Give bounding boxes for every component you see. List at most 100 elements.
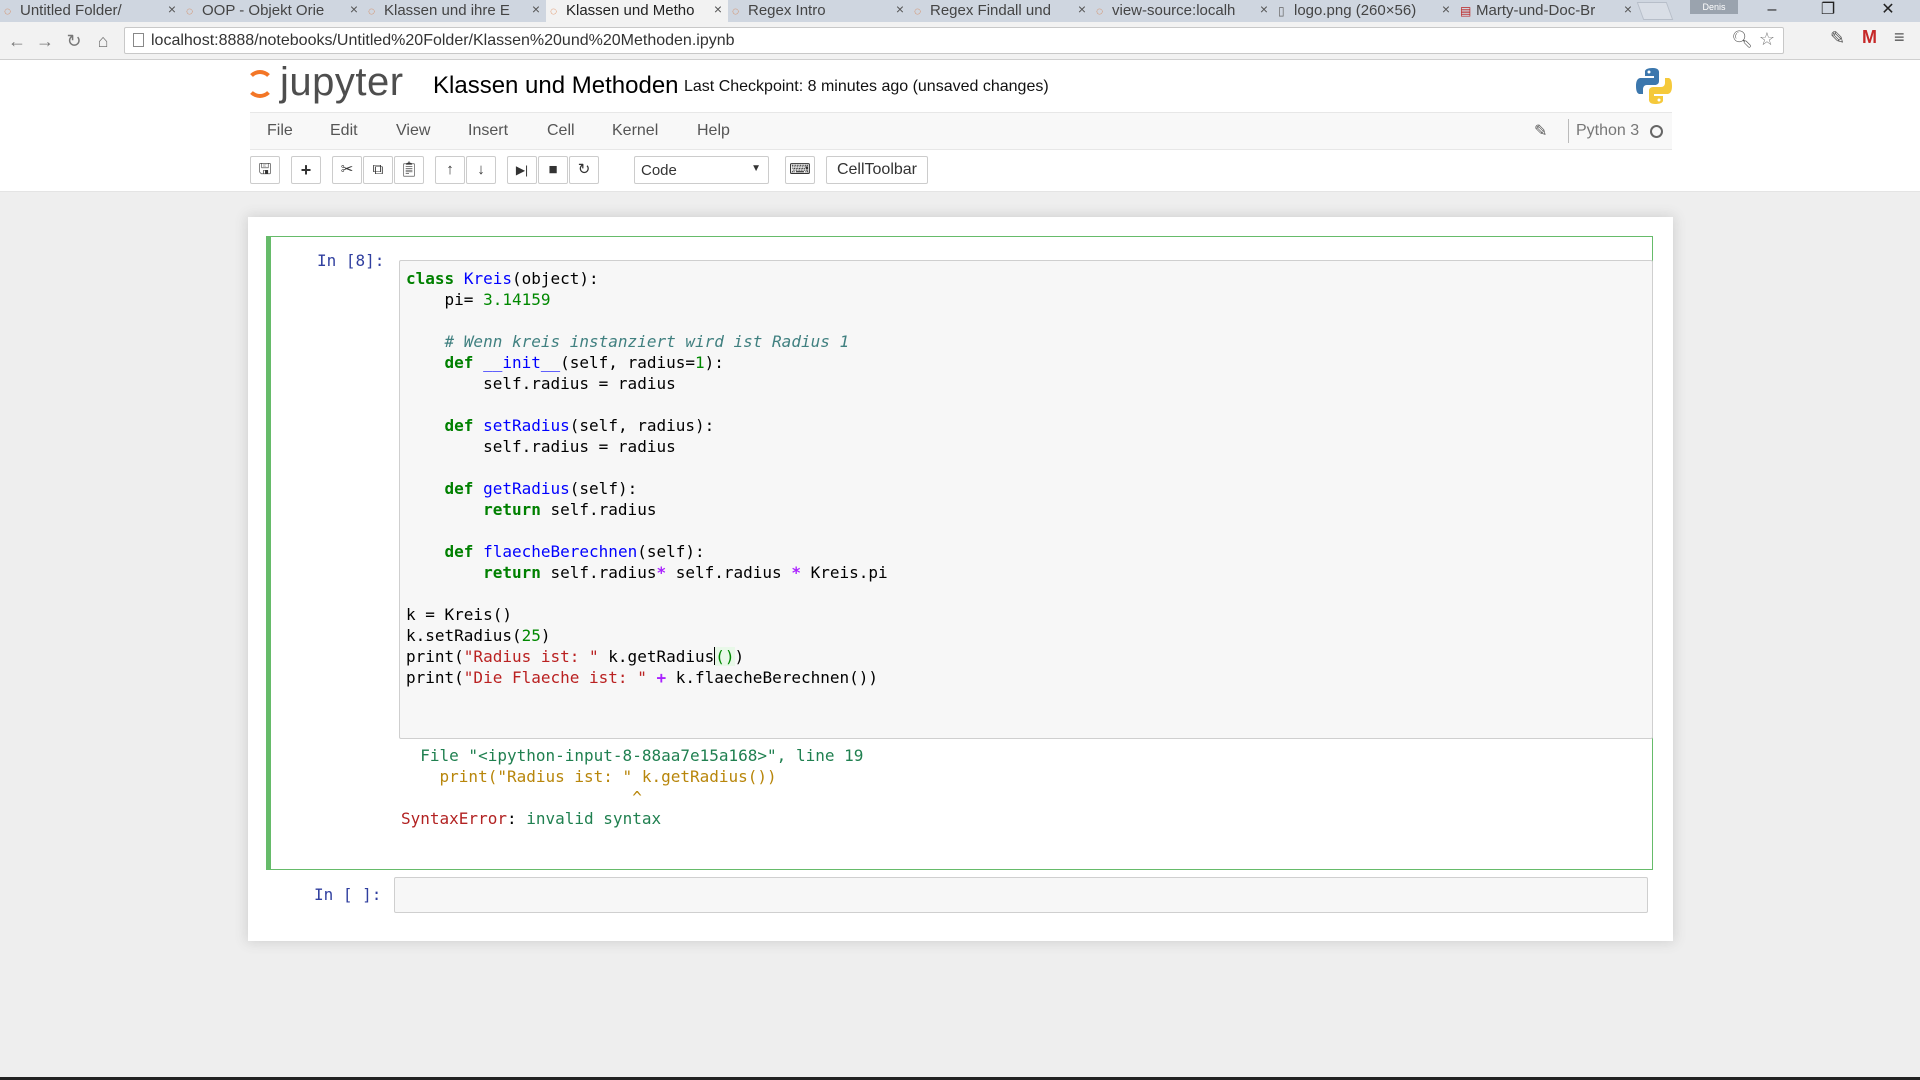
new-tab-button[interactable] — [1636, 2, 1674, 20]
document-icon: ▯ — [1278, 4, 1285, 18]
browser-tab-label: Regex Findall und — [930, 2, 1051, 19]
input-prompt: In [ ]: — [314, 885, 382, 904]
copy-button[interactable]: ⧉ — [363, 156, 393, 184]
celltoolbar-button[interactable]: CellToolbar — [826, 156, 928, 184]
browser-tab-label: view-source:localh — [1112, 2, 1236, 19]
cell-type-value: Code — [641, 162, 677, 179]
menu-cell[interactable]: Cell — [547, 122, 575, 140]
keyboard-icon: ⌨ — [789, 161, 811, 178]
close-icon[interactable]: × — [1624, 1, 1632, 17]
restart-icon: ↻ — [577, 161, 591, 178]
save-button[interactable]: 🖫 — [250, 156, 280, 184]
browser-tab[interactable]: ▤ Marty-und-Doc-Br × — [1456, 0, 1638, 22]
extension-pen-icon[interactable]: ✎ — [1830, 28, 1845, 49]
close-icon[interactable]: × — [1260, 1, 1268, 17]
menu-view[interactable]: View — [396, 122, 430, 140]
browser-tab-label: Klassen und ihre E — [384, 2, 510, 19]
caret-down-icon: ▼ — [751, 163, 761, 174]
paste-button[interactable]: 📋︎ — [394, 156, 424, 184]
window-close-icon[interactable]: ✕ — [1860, 0, 1916, 22]
page-icon — [133, 33, 144, 47]
gmail-extension-icon[interactable]: M — [1862, 27, 1877, 48]
kernel-name: Python 3 — [1576, 122, 1640, 139]
bookmark-star-icon[interactable]: ☆ — [1759, 29, 1775, 50]
jupyter-favicon-icon: ◌ — [732, 4, 740, 18]
close-icon[interactable]: × — [1442, 1, 1450, 17]
menu-help[interactable]: Help — [697, 122, 730, 140]
browser-tab-label: Marty-und-Doc-Br — [1476, 2, 1596, 19]
browser-address-bar: ← → ↻ ⌂ localhost:8888/notebooks/Untitle… — [0, 22, 1920, 60]
scissors-icon: ✂ — [340, 161, 354, 178]
browser-tab[interactable]: ◌ Untitled Folder/ × — [0, 0, 182, 22]
move-up-button[interactable]: ↑ — [435, 156, 465, 184]
run-cell-button[interactable]: ▶| — [507, 156, 537, 184]
interrupt-button[interactable]: ■ — [538, 156, 568, 184]
browser-tab-label: Klassen und Metho — [566, 2, 695, 19]
browser-tab[interactable]: ◌ view-source:localh × — [1092, 0, 1274, 22]
menu-edit[interactable]: Edit — [330, 122, 358, 140]
arrow-down-icon: ↓ — [477, 161, 485, 178]
code-editor[interactable]: class Kreis(object): pi= 3.14159 # Wenn … — [406, 268, 888, 688]
close-icon[interactable]: × — [168, 1, 176, 17]
url-input[interactable]: localhost:8888/notebooks/Untitled%20Fold… — [124, 27, 1784, 54]
restore-icon[interactable]: ❐ — [1800, 0, 1856, 22]
browser-tab-label: OOP - Objekt Orie — [202, 2, 325, 19]
reload-icon[interactable]: ↻ — [63, 30, 85, 52]
browser-tab-label: logo.png (260×56) — [1294, 2, 1417, 19]
arrow-up-icon: ↑ — [446, 161, 454, 178]
url-text: localhost:8888/notebooks/Untitled%20Fold… — [151, 32, 735, 49]
jupyter-favicon-icon: ◌ — [914, 4, 922, 18]
close-icon[interactable]: × — [714, 1, 722, 17]
step-forward-icon: ▶| — [515, 163, 529, 177]
browser-tab-active[interactable]: ◌ Klassen und Metho × — [546, 0, 728, 22]
browser-tab[interactable]: ▯ logo.png (260×56) × — [1274, 0, 1456, 22]
browser-tab[interactable]: ◌ OOP - Objekt Orie × — [182, 0, 364, 22]
browser-tab[interactable]: ◌ Klassen und ihre E × — [364, 0, 546, 22]
restart-kernel-button[interactable]: ↻ — [569, 156, 599, 184]
empty-code-input[interactable] — [394, 877, 1648, 913]
code-input-area[interactable]: class Kreis(object): pi= 3.14159 # Wenn … — [399, 260, 1653, 739]
edit-mode-pencil-icon: ✎ — [1534, 123, 1548, 140]
code-cell-selected[interactable]: In [8]: class Kreis(object): pi= 3.14159… — [266, 236, 1653, 870]
traceback-code-line: print("Radius ist: " k.getRadius()) — [401, 767, 777, 786]
close-icon[interactable]: × — [532, 1, 540, 17]
jupyter-favicon-icon: ◌ — [1096, 4, 1104, 18]
browser-tab[interactable]: ◌ Regex Intro × — [728, 0, 910, 22]
forward-icon[interactable]: → — [34, 30, 56, 52]
python-logo-icon — [1636, 68, 1672, 104]
stop-icon: ■ — [548, 161, 558, 178]
jupyter-favicon-icon: ◌ — [550, 4, 558, 18]
command-palette-button[interactable]: ⌨ — [785, 156, 815, 184]
close-icon[interactable]: × — [896, 1, 904, 17]
back-icon[interactable]: ← — [6, 30, 28, 52]
menu-file[interactable]: File — [267, 122, 293, 140]
menubar: File Edit View Insert Cell Kernel Help ✎… — [250, 112, 1672, 150]
cell-type-select[interactable]: Code ▼ — [634, 156, 769, 184]
menu-insert[interactable]: Insert — [468, 122, 508, 140]
browser-tab-label: Untitled Folder/ — [20, 2, 122, 19]
close-icon[interactable]: × — [1078, 1, 1086, 17]
error-name: SyntaxError — [401, 809, 507, 828]
menu-and-toolbar: File Edit View Insert Cell Kernel Help ✎… — [0, 112, 1920, 192]
zoom-icon[interactable]: 🔍︎ — [1731, 30, 1753, 50]
move-down-button[interactable]: ↓ — [466, 156, 496, 184]
jupyter-favicon-icon: ◌ — [4, 4, 12, 18]
notebook-name[interactable]: Klassen und Methoden — [433, 72, 679, 100]
profile-badge[interactable]: Denis — [1690, 0, 1738, 14]
browser-tab-strip: ◌ Untitled Folder/ × ◌ OOP - Objekt Orie… — [0, 0, 1920, 22]
paste-icon: 📋︎ — [399, 161, 419, 178]
browser-menu-icon[interactable]: ≡ — [1894, 27, 1905, 48]
browser-tab[interactable]: ◌ Regex Findall und × — [910, 0, 1092, 22]
plus-icon: + — [300, 160, 312, 180]
menu-kernel[interactable]: Kernel — [612, 122, 658, 140]
jupyter-logo-text: jupyter — [280, 60, 404, 104]
close-icon[interactable]: × — [350, 1, 358, 17]
insert-cell-button[interactable]: + — [291, 156, 321, 184]
home-icon[interactable]: ⌂ — [92, 30, 114, 52]
jupyter-favicon-icon: ◌ — [368, 4, 376, 18]
minimize-icon[interactable]: – — [1744, 0, 1800, 22]
checkpoint-status: Last Checkpoint: 8 minutes ago (unsaved … — [684, 78, 1049, 95]
kernel-idle-indicator-icon — [1650, 125, 1663, 138]
cell-output-traceback: File "<ipython-input-8-88aa7e15a168>", l… — [401, 746, 864, 828]
cut-button[interactable]: ✂ — [332, 156, 362, 184]
